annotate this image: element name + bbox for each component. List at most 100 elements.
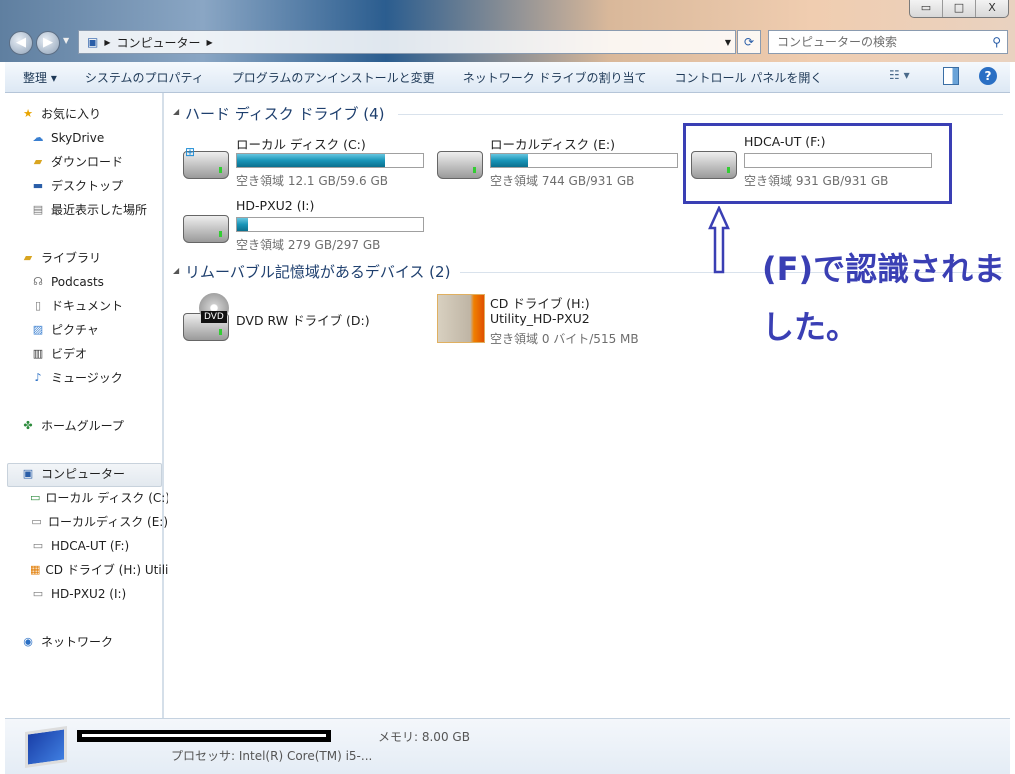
sidebar-item-desktop[interactable]: ▬ デスクトップ: [30, 176, 168, 196]
desktop-icon: ▬: [32, 179, 44, 192]
drive-usage-bar: [490, 153, 678, 168]
forward-button[interactable]: ▶: [36, 31, 60, 55]
windows-logo-icon: ⊞: [185, 145, 196, 159]
sidebar-item-drive-e[interactable]: ▭ ローカルディスク (E:): [30, 512, 168, 532]
device-label: Utility_HD-PXU2: [490, 311, 590, 326]
recent-pages-dropdown[interactable]: ▼: [63, 36, 69, 45]
hard-drive-icon: [183, 215, 229, 243]
organize-button[interactable]: 整理 ▾: [5, 69, 71, 86]
collapse-triangle-icon[interactable]: ◢: [173, 107, 179, 116]
address-bar[interactable]: ▣ ▶ コンピューター ▶ ▼: [78, 30, 736, 54]
sidebar-item-documents[interactable]: ▯ ドキュメント: [30, 296, 168, 316]
folder-icon: ▰: [33, 155, 43, 168]
cd-autorun-icon: [437, 294, 485, 343]
group-header-hdd[interactable]: ハード ディスク ドライブ (4): [185, 103, 385, 124]
hard-drive-icon: ▭: [31, 515, 42, 528]
redacted-computer-name: [77, 730, 331, 742]
system-properties-button[interactable]: システムのプロパティ: [71, 69, 218, 86]
chevron-right-icon: ▶: [206, 37, 213, 47]
annotation-line-1: (F)で認識されま: [762, 250, 1006, 288]
collapse-triangle-icon[interactable]: ◢: [173, 266, 179, 275]
computer-icon: ▣: [87, 35, 99, 49]
group-divider: [398, 114, 1003, 115]
drive-free-space: 空き領域 744 GB/931 GB: [490, 174, 635, 188]
drive-free-space: 空き領域 12.1 GB/59.6 GB: [236, 174, 388, 188]
sidebar-item-pictures[interactable]: ▨ ピクチャ: [30, 320, 168, 340]
drive-free-space: 空き領域 279 GB/297 GB: [236, 238, 381, 252]
sidebar-item-drive-h[interactable]: ▦CD ドライブ (H:) Utility_HD-PXU2: [30, 560, 168, 580]
details-pane: メモリ: 8.00 GB プロセッサ: Intel(R) Core(TM) i5…: [5, 718, 1010, 774]
map-network-drive-button[interactable]: ネットワーク ドライブの割り当て: [449, 69, 661, 86]
uninstall-program-button[interactable]: プログラムのアンインストールと変更: [218, 69, 449, 86]
sidebar-item-skydrive[interactable]: ☁ SkyDrive: [30, 128, 168, 148]
sidebar-item-drive-i[interactable]: ▭ HD-PXU2 (I:): [30, 584, 168, 604]
sidebar-item-network[interactable]: ◉ ネットワーク: [20, 632, 158, 652]
group-header-removable[interactable]: リムーバブル記憶域があるデバイス (2): [185, 261, 450, 282]
computer-icon: [25, 726, 67, 768]
cd-drive-icon: ▦: [30, 563, 41, 576]
video-icon: ▥: [32, 347, 44, 360]
drive-item-e[interactable]: ローカルディスク (E:) 空き領域 744 GB/931 GB: [437, 133, 682, 188]
minimize-button[interactable]: ▭: [910, 0, 943, 17]
music-icon: ♪: [34, 371, 42, 384]
podcast-icon: ☊: [33, 275, 43, 288]
device-item-cd[interactable]: CD ドライブ (H:) Utility_HD-PXU2 空き領域 0 バイト/…: [437, 293, 682, 346]
drive-usage-fill: [491, 154, 529, 167]
device-item-dvd[interactable]: DVD DVD RW ドライブ (D:): [183, 293, 428, 345]
drive-usage-bar: [236, 217, 424, 232]
device-name: DVD RW ドライブ (D:): [236, 313, 370, 328]
sidebar-item-music[interactable]: ♪ ミュージック: [30, 368, 168, 388]
sidebar-item-videos[interactable]: ▥ ビデオ: [30, 344, 168, 364]
device-free-space: 空き領域 0 バイト/515 MB: [490, 332, 639, 346]
drive-name: HD-PXU2 (I:): [236, 198, 315, 213]
star-icon: ★: [23, 107, 33, 120]
hard-drive-icon: ▭: [32, 539, 44, 552]
window-controls: ▭ □ X: [909, 0, 1009, 18]
network-icon: ◉: [23, 635, 33, 648]
hard-drive-icon: [437, 151, 483, 179]
preview-pane-icon[interactable]: [943, 67, 959, 85]
sidebar-item-favorites[interactable]: ★ お気に入り: [20, 104, 158, 124]
picture-icon: ▨: [32, 323, 44, 336]
breadcrumb-computer[interactable]: コンピューター: [117, 34, 201, 51]
sidebar-item-libraries[interactable]: ▰ ライブラリ: [20, 248, 158, 268]
annotation-text: (F)で認識されま した。: [762, 240, 1012, 356]
annotation-arrow-icon: [708, 206, 730, 274]
drive-name: ローカル ディスク (C:): [236, 137, 366, 152]
drive-item-i[interactable]: HD-PXU2 (I:) 空き領域 279 GB/297 GB: [183, 197, 428, 252]
device-name: CD ドライブ (H:): [490, 296, 590, 311]
drive-usage-bar: [236, 153, 424, 168]
sidebar-item-computer[interactable]: ▣ コンピューター: [20, 464, 158, 484]
sidebar-item-drive-c[interactable]: ▭ ローカル ディスク (C:): [30, 488, 168, 508]
homegroup-icon: ✤: [23, 419, 33, 432]
library-icon: ▰: [23, 251, 33, 264]
search-input[interactable]: コンピューターの検索 ⚲: [768, 30, 1008, 54]
open-control-panel-button[interactable]: コントロール パネルを開く: [661, 69, 837, 86]
back-button[interactable]: ◀: [9, 31, 33, 55]
change-view-icon[interactable]: ☷ ▾: [889, 68, 910, 82]
address-dropdown-icon[interactable]: ▼: [725, 38, 731, 47]
drive-item-c[interactable]: ⊞ ローカル ディスク (C:) 空き領域 12.1 GB/59.6 GB: [183, 133, 428, 188]
refresh-button[interactable]: ⟳: [737, 30, 761, 54]
cloud-icon: ☁: [32, 131, 44, 144]
drive-name: ローカルディスク (E:): [490, 137, 615, 152]
close-button[interactable]: X: [976, 0, 1008, 17]
maximize-button[interactable]: □: [943, 0, 976, 17]
command-bar: 整理 ▾ システムのプロパティ プログラムのアンインストールと変更 ネットワーク…: [5, 62, 1010, 93]
search-placeholder: コンピューターの検索: [777, 35, 898, 49]
sidebar-item-drive-f[interactable]: ▭ HDCA-UT (F:): [30, 536, 168, 556]
help-icon[interactable]: ?: [979, 67, 997, 85]
document-icon: ▯: [34, 299, 42, 312]
drive-usage-fill: [237, 218, 249, 231]
memory-info: メモリ: 8.00 GB: [378, 730, 470, 744]
sidebar-item-downloads[interactable]: ▰ ダウンロード: [30, 152, 168, 172]
recent-places-icon: ▤: [32, 203, 44, 216]
annotation-line-2: した。: [762, 308, 859, 346]
sidebar-item-podcasts[interactable]: ☊ Podcasts: [30, 272, 168, 292]
dvd-badge: DVD: [201, 311, 227, 323]
computer-icon: ▣: [22, 467, 34, 480]
sidebar-item-homegroup[interactable]: ✤ ホームグループ: [20, 416, 158, 436]
sidebar-item-recent[interactable]: ▤ 最近表示した場所: [30, 200, 168, 220]
search-icon[interactable]: ⚲: [992, 31, 1001, 53]
annotation-highlight-box: [683, 123, 952, 204]
